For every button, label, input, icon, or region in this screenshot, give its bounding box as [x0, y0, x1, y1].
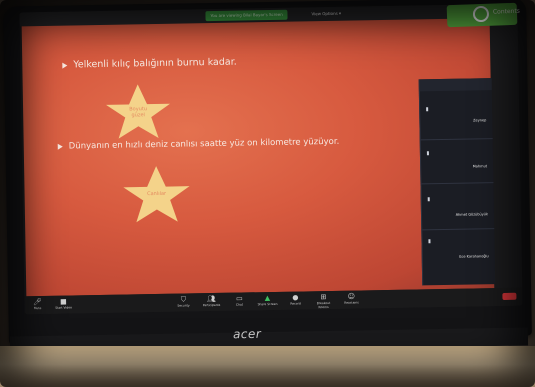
participant-name[interactable]: Mahmut [473, 164, 487, 168]
circle-icon [472, 5, 490, 23]
participant-name[interactable]: Ahmet Gözübüyük [456, 212, 488, 217]
chat-button[interactable]: ▭ Chat [228, 294, 250, 307]
view-options-menu[interactable]: View Options ▾ [311, 9, 341, 20]
laptop-screen: You are viewing Bilal Bayar's Screen Vie… [19, 3, 523, 315]
participants-button[interactable]: 👥︎ Participants [200, 295, 222, 307]
reactions-button[interactable]: ☺ Reactions [340, 292, 362, 305]
slide-bullet-2: Dünyanın en hızlı deniz canlısı saatte y… [57, 137, 340, 152]
contents-badge[interactable]: Contents [446, 2, 521, 28]
star-2-label: Canlılar [147, 190, 167, 198]
participant-divider [420, 138, 493, 141]
mic-icon [426, 151, 429, 156]
reactions-icon: ☺ [347, 292, 356, 301]
share-screen-button[interactable]: ▲ Share Screen [256, 294, 278, 306]
record-button[interactable]: ● Record [284, 293, 306, 306]
slide-bullet-1: Yelkenli kılıç balığının burnu kadar. [62, 57, 237, 71]
breakout-icon: ⊞ [320, 293, 327, 302]
mute-button[interactable]: 🎤︎ Mute [26, 298, 48, 310]
participants-panel-header [419, 78, 492, 92]
bullet-icon [57, 143, 63, 150]
bullet-1-text: Yelkenli kılıç balığının burnu kadar. [73, 56, 237, 71]
participant-name[interactable]: Ece Karahanoğlu [459, 254, 489, 259]
photo-background: You are viewing Bilal Bayar's Screen Vie… [0, 0, 535, 387]
star-1-label: Boyutu güzel [129, 106, 148, 119]
participant-divider [422, 228, 495, 231]
laptop-keyboard-area [0, 346, 535, 387]
laptop-brand-logo: acer [232, 326, 262, 342]
chat-icon: ▭ [236, 294, 243, 303]
mic-icon [428, 239, 431, 244]
mic-icon [426, 107, 429, 112]
contents-label: Contents [492, 7, 521, 16]
mic-icon [427, 197, 430, 202]
participant-divider [421, 182, 494, 185]
start-video-button[interactable]: ■ Start Video [52, 297, 74, 310]
participant-name[interactable]: Zeynep [473, 118, 486, 122]
record-icon: ● [292, 293, 299, 302]
breakout-rooms-button[interactable]: ⊞ Breakout Rooms [312, 293, 334, 309]
screen-share-indicator[interactable]: You are viewing Bilal Bayar's Screen [205, 9, 288, 22]
mic-icon: 🎤︎ [32, 298, 42, 307]
participants-panel: Zeynep Mahmut Ahmet Gözübüyük Ece Karaha… [418, 78, 496, 286]
bullet-icon [62, 62, 68, 69]
security-button[interactable]: ⛉ Security [172, 295, 194, 308]
end-meeting-button[interactable] [502, 292, 517, 300]
security-icon: ⛉ [180, 295, 187, 304]
